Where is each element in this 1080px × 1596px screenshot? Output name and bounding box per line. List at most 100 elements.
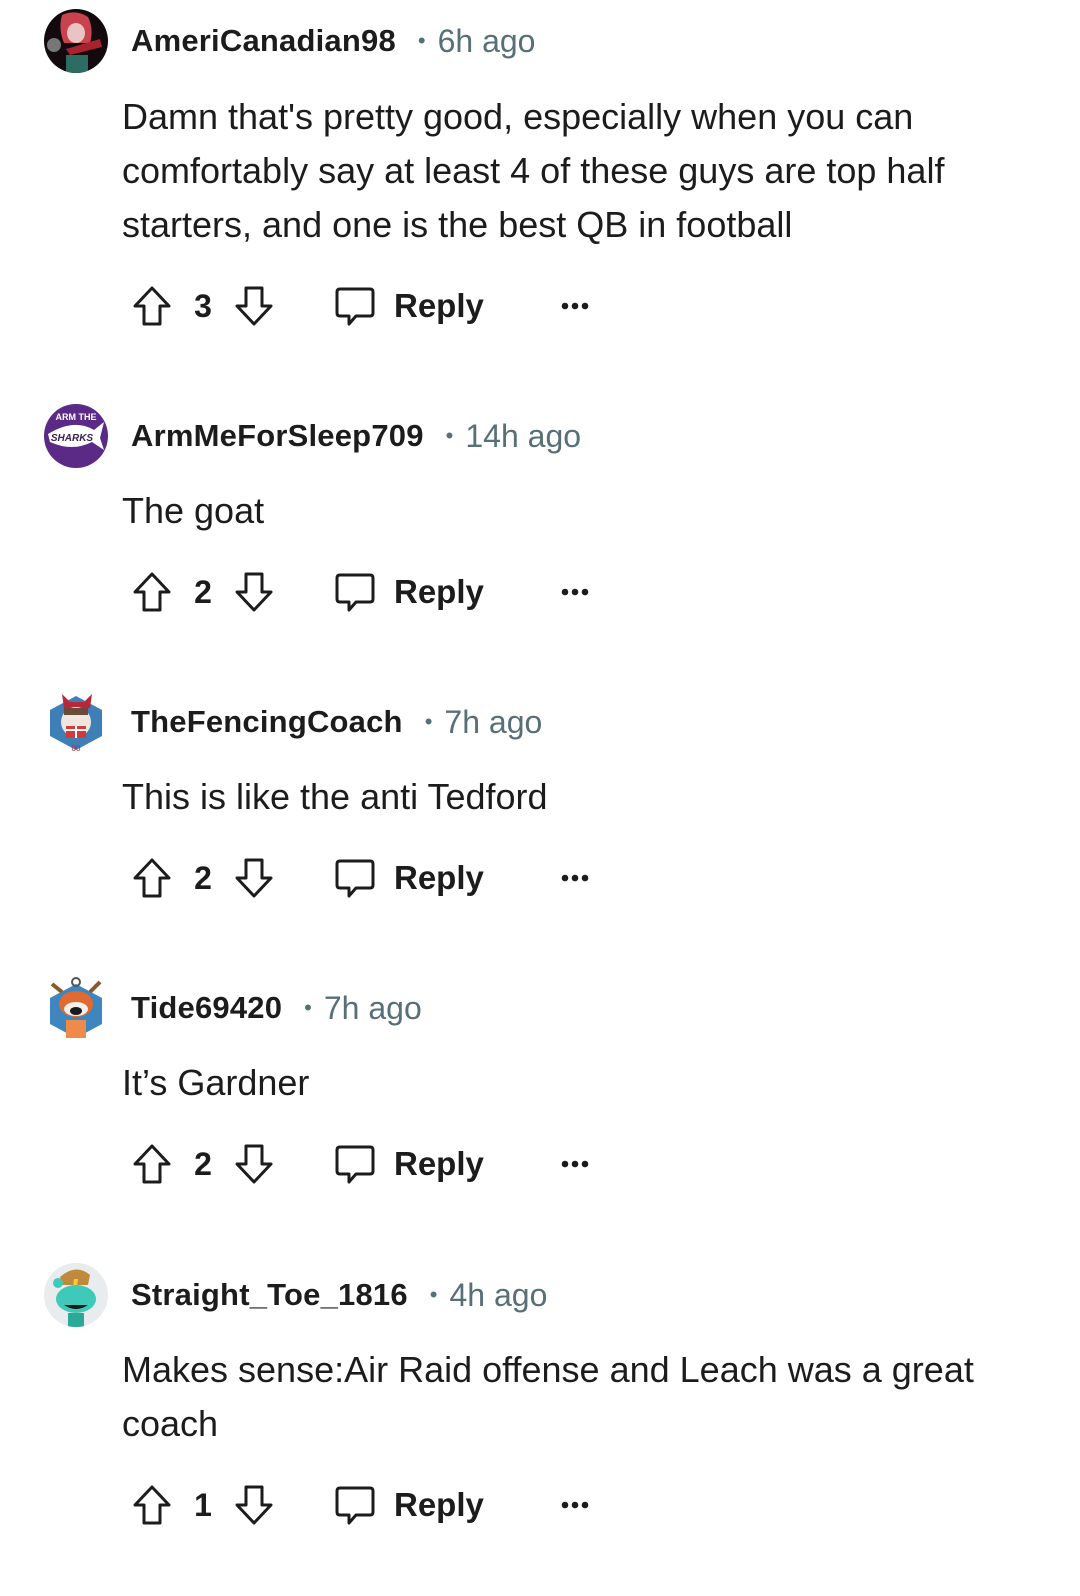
vote-score: 2 — [194, 1145, 212, 1182]
comment-header: Straight_Toe_1816 • 4h ago — [44, 1262, 547, 1328]
reply-button[interactable]: Reply — [334, 857, 484, 899]
upvote-button[interactable] — [132, 857, 172, 899]
comment-bubble-icon — [335, 1145, 375, 1184]
avatar-snoo-teal-icon — [44, 1263, 108, 1327]
upvote-arrow-icon — [133, 572, 171, 612]
more-options-button[interactable] — [560, 301, 590, 311]
downvote-arrow-icon — [235, 1485, 273, 1525]
comment-header: ARM THE SHARKS ArmMeForSleep709 • 14h ag… — [44, 403, 581, 469]
avatar-snoo-helmet-icon: 00 — [50, 694, 102, 753]
reply-label: Reply — [394, 1486, 484, 1523]
vote-score: 2 — [194, 859, 212, 896]
comment-bubble-icon — [335, 859, 375, 898]
timestamp: 4h ago — [449, 1276, 548, 1313]
comment-bubble-icon — [335, 573, 375, 612]
more-options-button[interactable] — [560, 1159, 590, 1169]
comment-bubble-icon — [335, 1486, 375, 1525]
comment-line: Damn that's pretty good, especially when… — [122, 96, 914, 137]
downvote-button[interactable] — [234, 1484, 274, 1526]
avatar-snoo-orange-icon — [50, 977, 102, 1038]
comment-actions: 2 Reply — [132, 855, 590, 901]
ellipsis-icon — [561, 588, 589, 596]
reply-label: Reply — [394, 859, 484, 896]
reply-label: Reply — [394, 287, 484, 324]
upvote-button[interactable] — [132, 1143, 172, 1185]
comment-bubble-icon — [335, 287, 375, 326]
avatar-text: ARM THE — [56, 412, 97, 422]
comment-actions: 2 Reply — [132, 1141, 590, 1187]
comment-actions: 3 Reply — [132, 283, 590, 329]
comment-line: comfortably say at least 4 of these guys… — [122, 150, 945, 191]
upvote-arrow-icon — [133, 858, 171, 898]
username[interactable]: Straight_Toe_1816 — [131, 1277, 408, 1313]
comment-header: 00 TheFencingCoach • 7h ago — [44, 689, 542, 755]
upvote-button[interactable] — [132, 285, 172, 327]
comment-line: It’s Gardner — [122, 1062, 310, 1103]
upvote-arrow-icon — [133, 1485, 171, 1525]
downvote-button[interactable] — [234, 1143, 274, 1185]
downvote-arrow-icon — [235, 1144, 273, 1184]
comment-line: starters, and one is the best QB in foot… — [122, 204, 793, 245]
reply-button[interactable]: Reply — [334, 1484, 484, 1526]
comment-line: Makes sense:Air Raid offense and Leach w… — [122, 1349, 974, 1390]
downvote-button[interactable] — [234, 571, 274, 613]
more-options-button[interactable] — [560, 873, 590, 883]
upvote-button[interactable] — [132, 1484, 172, 1526]
timestamp: 6h ago — [437, 22, 536, 59]
more-options-button[interactable] — [560, 587, 590, 597]
comment-body: It’s Gardner — [122, 1056, 1022, 1110]
avatar-anime-character-icon — [44, 9, 108, 73]
timestamp: 7h ago — [444, 703, 543, 740]
reply-label: Reply — [394, 573, 484, 610]
ellipsis-icon — [561, 302, 589, 310]
upvote-arrow-icon — [133, 1144, 171, 1184]
comment-body: The goat — [122, 484, 1022, 538]
timestamp: 7h ago — [323, 989, 422, 1026]
comment-line: This is like the anti Tedford — [122, 776, 548, 817]
username[interactable]: TheFencingCoach — [131, 704, 403, 740]
username[interactable]: ArmMeForSleep709 — [131, 418, 424, 454]
reply-label: Reply — [394, 1145, 484, 1182]
reply-button[interactable]: Reply — [334, 1143, 484, 1185]
vote-score: 1 — [194, 1486, 212, 1523]
downvote-arrow-icon — [235, 286, 273, 326]
username[interactable]: Tide69420 — [131, 990, 282, 1026]
upvote-button[interactable] — [132, 571, 172, 613]
upvote-arrow-icon — [133, 286, 171, 326]
comment-line: coach — [122, 1403, 219, 1444]
ellipsis-icon — [561, 1160, 589, 1168]
username[interactable]: AmeriCanadian98 — [131, 23, 396, 59]
comment-actions: 1 Reply — [132, 1482, 590, 1528]
separator-dot: • — [429, 1282, 438, 1307]
downvote-arrow-icon — [235, 858, 273, 898]
reply-button[interactable]: Reply — [334, 571, 484, 613]
comment-body: Makes sense:Air Raid offense and Leach w… — [122, 1343, 1022, 1451]
vote-score: 3 — [194, 287, 212, 324]
comment-actions: 2 Reply — [132, 569, 590, 615]
avatar[interactable]: ARM THE SHARKS — [44, 404, 108, 468]
avatar[interactable]: 00 — [44, 690, 108, 754]
downvote-button[interactable] — [234, 285, 274, 327]
svg-text:00: 00 — [72, 744, 81, 753]
separator-dot: • — [424, 709, 433, 734]
avatar[interactable] — [44, 976, 108, 1040]
comment-header: Tide69420 • 7h ago — [44, 975, 422, 1041]
separator-dot: • — [304, 995, 312, 1020]
ellipsis-icon — [561, 874, 589, 882]
vote-score: 2 — [194, 573, 212, 610]
avatar-text: SHARKS — [51, 433, 94, 444]
downvote-button[interactable] — [234, 857, 274, 899]
avatar[interactable] — [44, 1263, 108, 1327]
comment-line: The goat — [122, 490, 265, 531]
comment-body: This is like the anti Tedford — [122, 770, 1022, 824]
avatar[interactable] — [44, 9, 108, 73]
reply-button[interactable]: Reply — [334, 285, 484, 327]
comment-header: AmeriCanadian98 • 6h ago — [44, 8, 535, 74]
avatar-arm-the-sharks-icon: ARM THE SHARKS — [44, 404, 108, 468]
more-options-button[interactable] — [560, 1500, 590, 1510]
separator-dot: • — [445, 423, 454, 448]
timestamp: 14h ago — [465, 417, 582, 454]
ellipsis-icon — [561, 1501, 589, 1509]
downvote-arrow-icon — [235, 572, 273, 612]
separator-dot: • — [417, 28, 426, 53]
